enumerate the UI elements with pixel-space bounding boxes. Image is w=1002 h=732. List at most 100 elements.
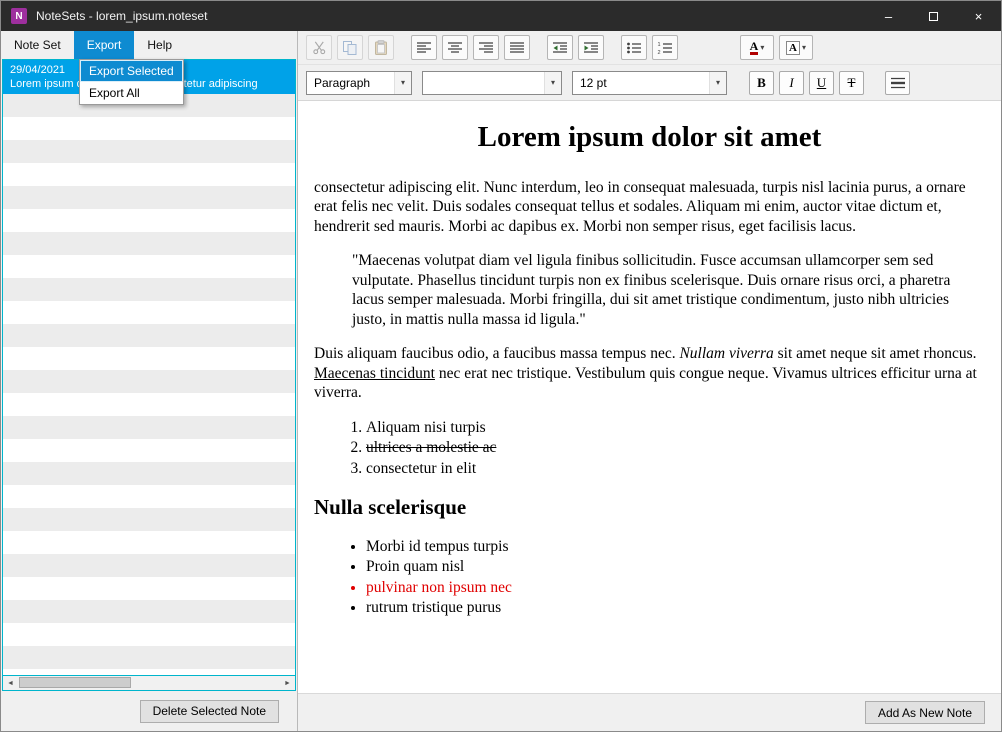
outdent-icon <box>552 41 568 55</box>
app-window: N NoteSets - lorem_ipsum.noteset – × Not… <box>0 0 1002 732</box>
font-size-value: 12 pt <box>573 76 709 90</box>
list-group: 12 <box>621 35 678 60</box>
font-family-select[interactable]: ▾ <box>422 71 562 95</box>
align-justify-icon <box>509 41 525 55</box>
doc-title: Lorem ipsum dolor sit amet <box>314 119 985 156</box>
strikethrough-button[interactable]: T <box>839 71 864 95</box>
paste-icon <box>373 40 389 56</box>
scroll-thumb[interactable] <box>19 677 131 688</box>
caret-down-icon: ▾ <box>709 72 726 94</box>
align-center-icon <box>447 41 463 55</box>
paste-button[interactable] <box>368 35 394 60</box>
menu-note-set[interactable]: Note Set <box>1 31 74 59</box>
doc-italic-text: Nullam viverra <box>679 345 773 362</box>
sidebar: Note Set Export Help 29/04/2021 Lorem ip… <box>1 31 298 731</box>
bold-button[interactable]: B <box>749 71 774 95</box>
alignment-group <box>411 35 530 60</box>
sidebar-footer: Delete Selected Note <box>1 691 297 731</box>
window-title: NoteSets - lorem_ipsum.noteset <box>36 9 866 23</box>
doc-ordered-list: Aliquam nisi turpis ultrices a molestie … <box>314 418 985 479</box>
format-toolbar: Paragraph ▾ ▾ 12 pt ▾ B I U T <box>298 65 1001 101</box>
note-list-empty-area[interactable] <box>3 94 295 675</box>
bullet-list-button[interactable] <box>621 35 647 60</box>
doc-paragraph-1: consectetur adipiscing elit. Nunc interd… <box>314 178 985 237</box>
menu-help[interactable]: Help <box>134 31 185 59</box>
paragraph-style-select[interactable]: Paragraph ▾ <box>306 71 412 95</box>
list-item: Proin quam nisl <box>366 557 985 577</box>
underline-button[interactable]: U <box>809 71 834 95</box>
clipboard-group <box>306 35 394 60</box>
maximize-button[interactable] <box>911 1 956 31</box>
menu-export[interactable]: Export <box>74 31 135 59</box>
caret-down-icon: ▾ <box>394 72 411 94</box>
maximize-icon <box>929 12 938 21</box>
indent-button[interactable] <box>578 35 604 60</box>
numbered-list-button[interactable]: 12 <box>652 35 678 60</box>
align-left-button[interactable] <box>411 35 437 60</box>
align-left-icon <box>416 41 432 55</box>
doc-heading2: Nulla scelerisque <box>314 494 985 520</box>
list-item: Aliquam nisi turpis <box>366 418 985 438</box>
svg-text:1: 1 <box>658 42 661 48</box>
bullet-list-icon <box>626 41 642 55</box>
align-justify-button[interactable] <box>504 35 530 60</box>
cut-icon <box>312 40 327 55</box>
align-right-icon <box>478 41 494 55</box>
caret-down-icon: ▾ <box>544 72 561 94</box>
editor-panel: 12 A ▾ A ▾ Paragraph <box>298 31 1001 731</box>
horizontal-rule-button[interactable] <box>885 71 910 95</box>
delete-selected-note-button[interactable]: Delete Selected Note <box>140 700 279 723</box>
indent-icon <box>583 41 599 55</box>
horizontal-scrollbar[interactable]: ◄ ► <box>3 675 295 690</box>
list-item-red: pulvinar non ipsum nec <box>366 578 985 598</box>
scroll-right-arrow[interactable]: ► <box>280 676 295 690</box>
scroll-track[interactable] <box>18 676 280 690</box>
caret-down-icon: ▾ <box>802 44 806 52</box>
cut-button[interactable] <box>306 35 332 60</box>
minimize-button[interactable]: – <box>866 1 911 31</box>
numbered-list-icon: 12 <box>657 41 673 55</box>
window-controls: – × <box>866 1 1001 31</box>
doc-underlined-text: Maecenas tincidunt <box>314 365 435 382</box>
list-item: consectetur in elit <box>366 459 985 479</box>
align-right-button[interactable] <box>473 35 499 60</box>
menubar: Note Set Export Help <box>1 31 297 59</box>
close-button[interactable]: × <box>956 1 1001 31</box>
app-icon: N <box>11 8 27 24</box>
main-area: Note Set Export Help 29/04/2021 Lorem ip… <box>1 31 1001 731</box>
horizontal-rule-icon <box>890 76 906 90</box>
doc-bullet-list: Morbi id tempus turpis Proin quam nisl p… <box>314 537 985 618</box>
font-color-icon: A <box>750 40 759 55</box>
highlight-color-icon: A <box>786 41 800 55</box>
list-item-strikethrough: ultrices a molestie ac <box>366 438 985 458</box>
menu-item-export-selected[interactable]: Export Selected <box>80 60 183 82</box>
doc-text: sit amet neque sit amet rhoncus. <box>774 345 977 362</box>
outdent-button[interactable] <box>547 35 573 60</box>
caret-down-icon: ▾ <box>760 44 764 52</box>
font-size-select[interactable]: 12 pt ▾ <box>572 71 727 95</box>
list-item: rutrum tristique purus <box>366 598 985 618</box>
color-group: A ▾ A ▾ <box>740 35 813 60</box>
copy-icon <box>342 40 358 56</box>
doc-text: Duis aliquam faucibus odio, a faucibus m… <box>314 345 679 362</box>
titlebar: N NoteSets - lorem_ipsum.noteset – × <box>1 1 1001 31</box>
editor-footer: Add As New Note <box>298 693 1001 731</box>
editor-toolbar: 12 A ▾ A ▾ <box>298 31 1001 65</box>
doc-paragraph-2: Duis aliquam faucibus odio, a faucibus m… <box>314 344 985 403</box>
align-center-button[interactable] <box>442 35 468 60</box>
doc-quote: "Maecenas volutpat diam vel ligula finib… <box>352 251 975 329</box>
svg-text:2: 2 <box>658 50 661 55</box>
note-list[interactable]: 29/04/2021 Lorem ipsum dolor sit amet, c… <box>2 59 296 691</box>
font-color-button[interactable]: A ▾ <box>740 35 774 60</box>
add-as-new-note-button[interactable]: Add As New Note <box>865 701 985 724</box>
close-icon: × <box>975 9 983 24</box>
paragraph-style-value: Paragraph <box>307 76 394 90</box>
app-icon-letter: N <box>15 11 22 22</box>
scroll-left-arrow[interactable]: ◄ <box>3 676 18 690</box>
minimize-icon: – <box>885 9 892 24</box>
copy-button[interactable] <box>337 35 363 60</box>
menu-item-export-all[interactable]: Export All <box>80 82 183 104</box>
document-editor[interactable]: Lorem ipsum dolor sit amet consectetur a… <box>298 101 1001 693</box>
italic-button[interactable]: I <box>779 71 804 95</box>
highlight-color-button[interactable]: A ▾ <box>779 35 813 60</box>
